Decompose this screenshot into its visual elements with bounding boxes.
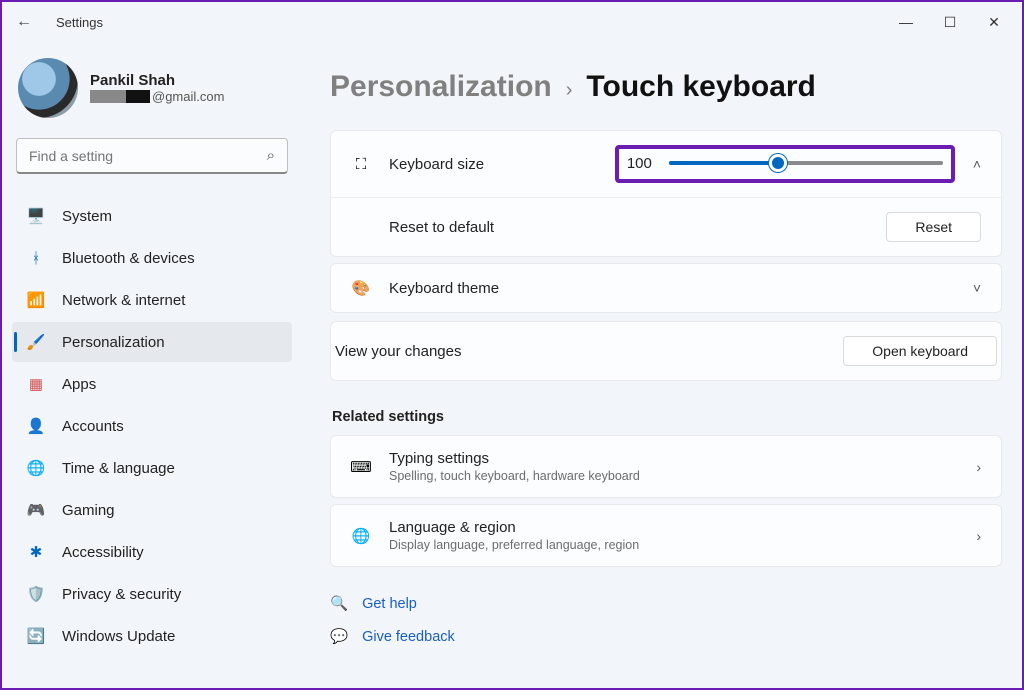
palette-icon: 🎨	[351, 278, 371, 298]
keyboard-icon: ⌨	[351, 457, 371, 477]
lang-sub: Display language, preferred language, re…	[389, 538, 639, 552]
open-keyboard-button[interactable]: Open keyboard	[843, 336, 997, 366]
sidebar-item-gaming[interactable]: 🎮 Gaming	[12, 490, 292, 530]
breadcrumb-parent[interactable]: Personalization	[330, 70, 552, 104]
sidebar-item-label: Apps	[62, 376, 96, 393]
nav-list: 🖥️ System ᚼ Bluetooth & devices 📶 Network & i…	[12, 196, 292, 656]
network-icon: 📶	[26, 290, 46, 310]
sidebar-item-personalization[interactable]: 🖌️ Personalization	[12, 322, 292, 362]
minimize-button[interactable]: —	[896, 14, 916, 31]
app-title: Settings	[56, 15, 103, 30]
sidebar-item-label: Personalization	[62, 334, 165, 351]
sidebar-item-accounts[interactable]: 👤 Accounts	[12, 406, 292, 446]
avatar	[18, 58, 78, 118]
update-icon: 🔄	[26, 626, 46, 646]
sidebar-item-system[interactable]: 🖥️ System	[12, 196, 292, 236]
sidebar-item-label: System	[62, 208, 112, 225]
typing-sub: Spelling, touch keyboard, hardware keybo…	[389, 469, 640, 483]
lang-title: Language & region	[389, 519, 639, 536]
search-box[interactable]: ⌕	[16, 138, 288, 174]
search-icon: ⌕	[267, 147, 275, 164]
redacted-text	[90, 90, 150, 103]
chevron-right-icon: ›	[566, 79, 573, 102]
sidebar-item-bluetooth[interactable]: ᚼ Bluetooth & devices	[12, 238, 292, 278]
keyboard-theme-label: Keyboard theme	[389, 280, 499, 297]
breadcrumb: Personalization › Touch keyboard	[330, 70, 1002, 104]
sidebar-item-label: Bluetooth & devices	[62, 250, 195, 267]
maximize-button[interactable]: ☐	[940, 14, 960, 31]
keyboard-size-icon: ⛶	[351, 154, 371, 174]
get-help-link[interactable]: 🔍 Get help	[330, 587, 1002, 620]
sidebar-item-label: Gaming	[62, 502, 115, 519]
sidebar-item-accessibility[interactable]: ✱ Accessibility	[12, 532, 292, 572]
related-title: Related settings	[332, 409, 1002, 425]
profile[interactable]: Pankil Shah @gmail.com	[12, 50, 292, 134]
sidebar-item-time[interactable]: 🌐 Time & language	[12, 448, 292, 488]
typing-settings-card[interactable]: ⌨ Typing settings Spelling, touch keyboa…	[330, 435, 1002, 498]
sidebar: Pankil Shah @gmail.com ⌕ 🖥️ System ᚼ Blueto…	[2, 42, 302, 688]
keyboard-size-highlight: 100	[615, 145, 955, 183]
search-input[interactable]	[29, 148, 267, 164]
accounts-icon: 👤	[26, 416, 46, 436]
privacy-icon: 🛡️	[26, 584, 46, 604]
keyboard-size-slider[interactable]	[669, 153, 943, 173]
breadcrumb-current: Touch keyboard	[586, 70, 815, 104]
content: Personalization › Touch keyboard ⛶ Keybo…	[302, 42, 1022, 688]
sidebar-item-privacy[interactable]: 🛡️ Privacy & security	[12, 574, 292, 614]
sidebar-item-apps[interactable]: ▦ Apps	[12, 364, 292, 404]
preview-label: View your changes	[335, 343, 461, 360]
sidebar-item-label: Accessibility	[62, 544, 144, 561]
globe-icon: 🌐	[351, 526, 371, 546]
time-icon: 🌐	[26, 458, 46, 478]
typing-title: Typing settings	[389, 450, 640, 467]
chevron-right-icon: ›	[976, 528, 981, 544]
give-feedback-link[interactable]: 💬 Give feedback	[330, 620, 1002, 653]
system-icon: 🖥️	[26, 206, 46, 226]
reset-button[interactable]: Reset	[886, 212, 981, 242]
sidebar-item-update[interactable]: 🔄 Windows Update	[12, 616, 292, 656]
language-region-card[interactable]: 🌐 Language & region Display language, pr…	[330, 504, 1002, 567]
preview-card: View your changes Open keyboard	[330, 321, 1002, 381]
profile-name: Pankil Shah	[90, 72, 224, 89]
chevron-down-icon[interactable]: ˅	[973, 280, 981, 296]
keyboard-size-card: ⛶ Keyboard size 100 ˄ Reset to default	[330, 130, 1002, 257]
bluetooth-icon: ᚼ	[26, 248, 46, 268]
sidebar-item-label: Accounts	[62, 418, 124, 435]
accessibility-icon: ✱	[26, 542, 46, 562]
feedback-icon: 💬	[330, 628, 348, 645]
personalization-icon: 🖌️	[26, 332, 46, 352]
gaming-icon: 🎮	[26, 500, 46, 520]
sidebar-item-network[interactable]: 📶 Network & internet	[12, 280, 292, 320]
chevron-right-icon: ›	[976, 459, 981, 475]
sidebar-item-label: Privacy & security	[62, 586, 181, 603]
sidebar-item-label: Network & internet	[62, 292, 185, 309]
close-button[interactable]: ✕	[984, 14, 1004, 31]
reset-label: Reset to default	[389, 219, 494, 236]
profile-email: @gmail.com	[90, 89, 224, 104]
apps-icon: ▦	[26, 374, 46, 394]
keyboard-size-value: 100	[627, 155, 657, 172]
sidebar-item-label: Windows Update	[62, 628, 175, 645]
keyboard-theme-card[interactable]: 🎨 Keyboard theme ˅	[330, 263, 1002, 313]
back-button[interactable]: ←	[12, 13, 36, 31]
sidebar-item-label: Time & language	[62, 460, 175, 477]
help-icon: 🔍	[330, 595, 348, 612]
keyboard-size-label: Keyboard size	[389, 156, 484, 173]
titlebar: ← Settings — ☐ ✕	[2, 2, 1022, 42]
chevron-up-icon[interactable]: ˄	[973, 156, 981, 172]
